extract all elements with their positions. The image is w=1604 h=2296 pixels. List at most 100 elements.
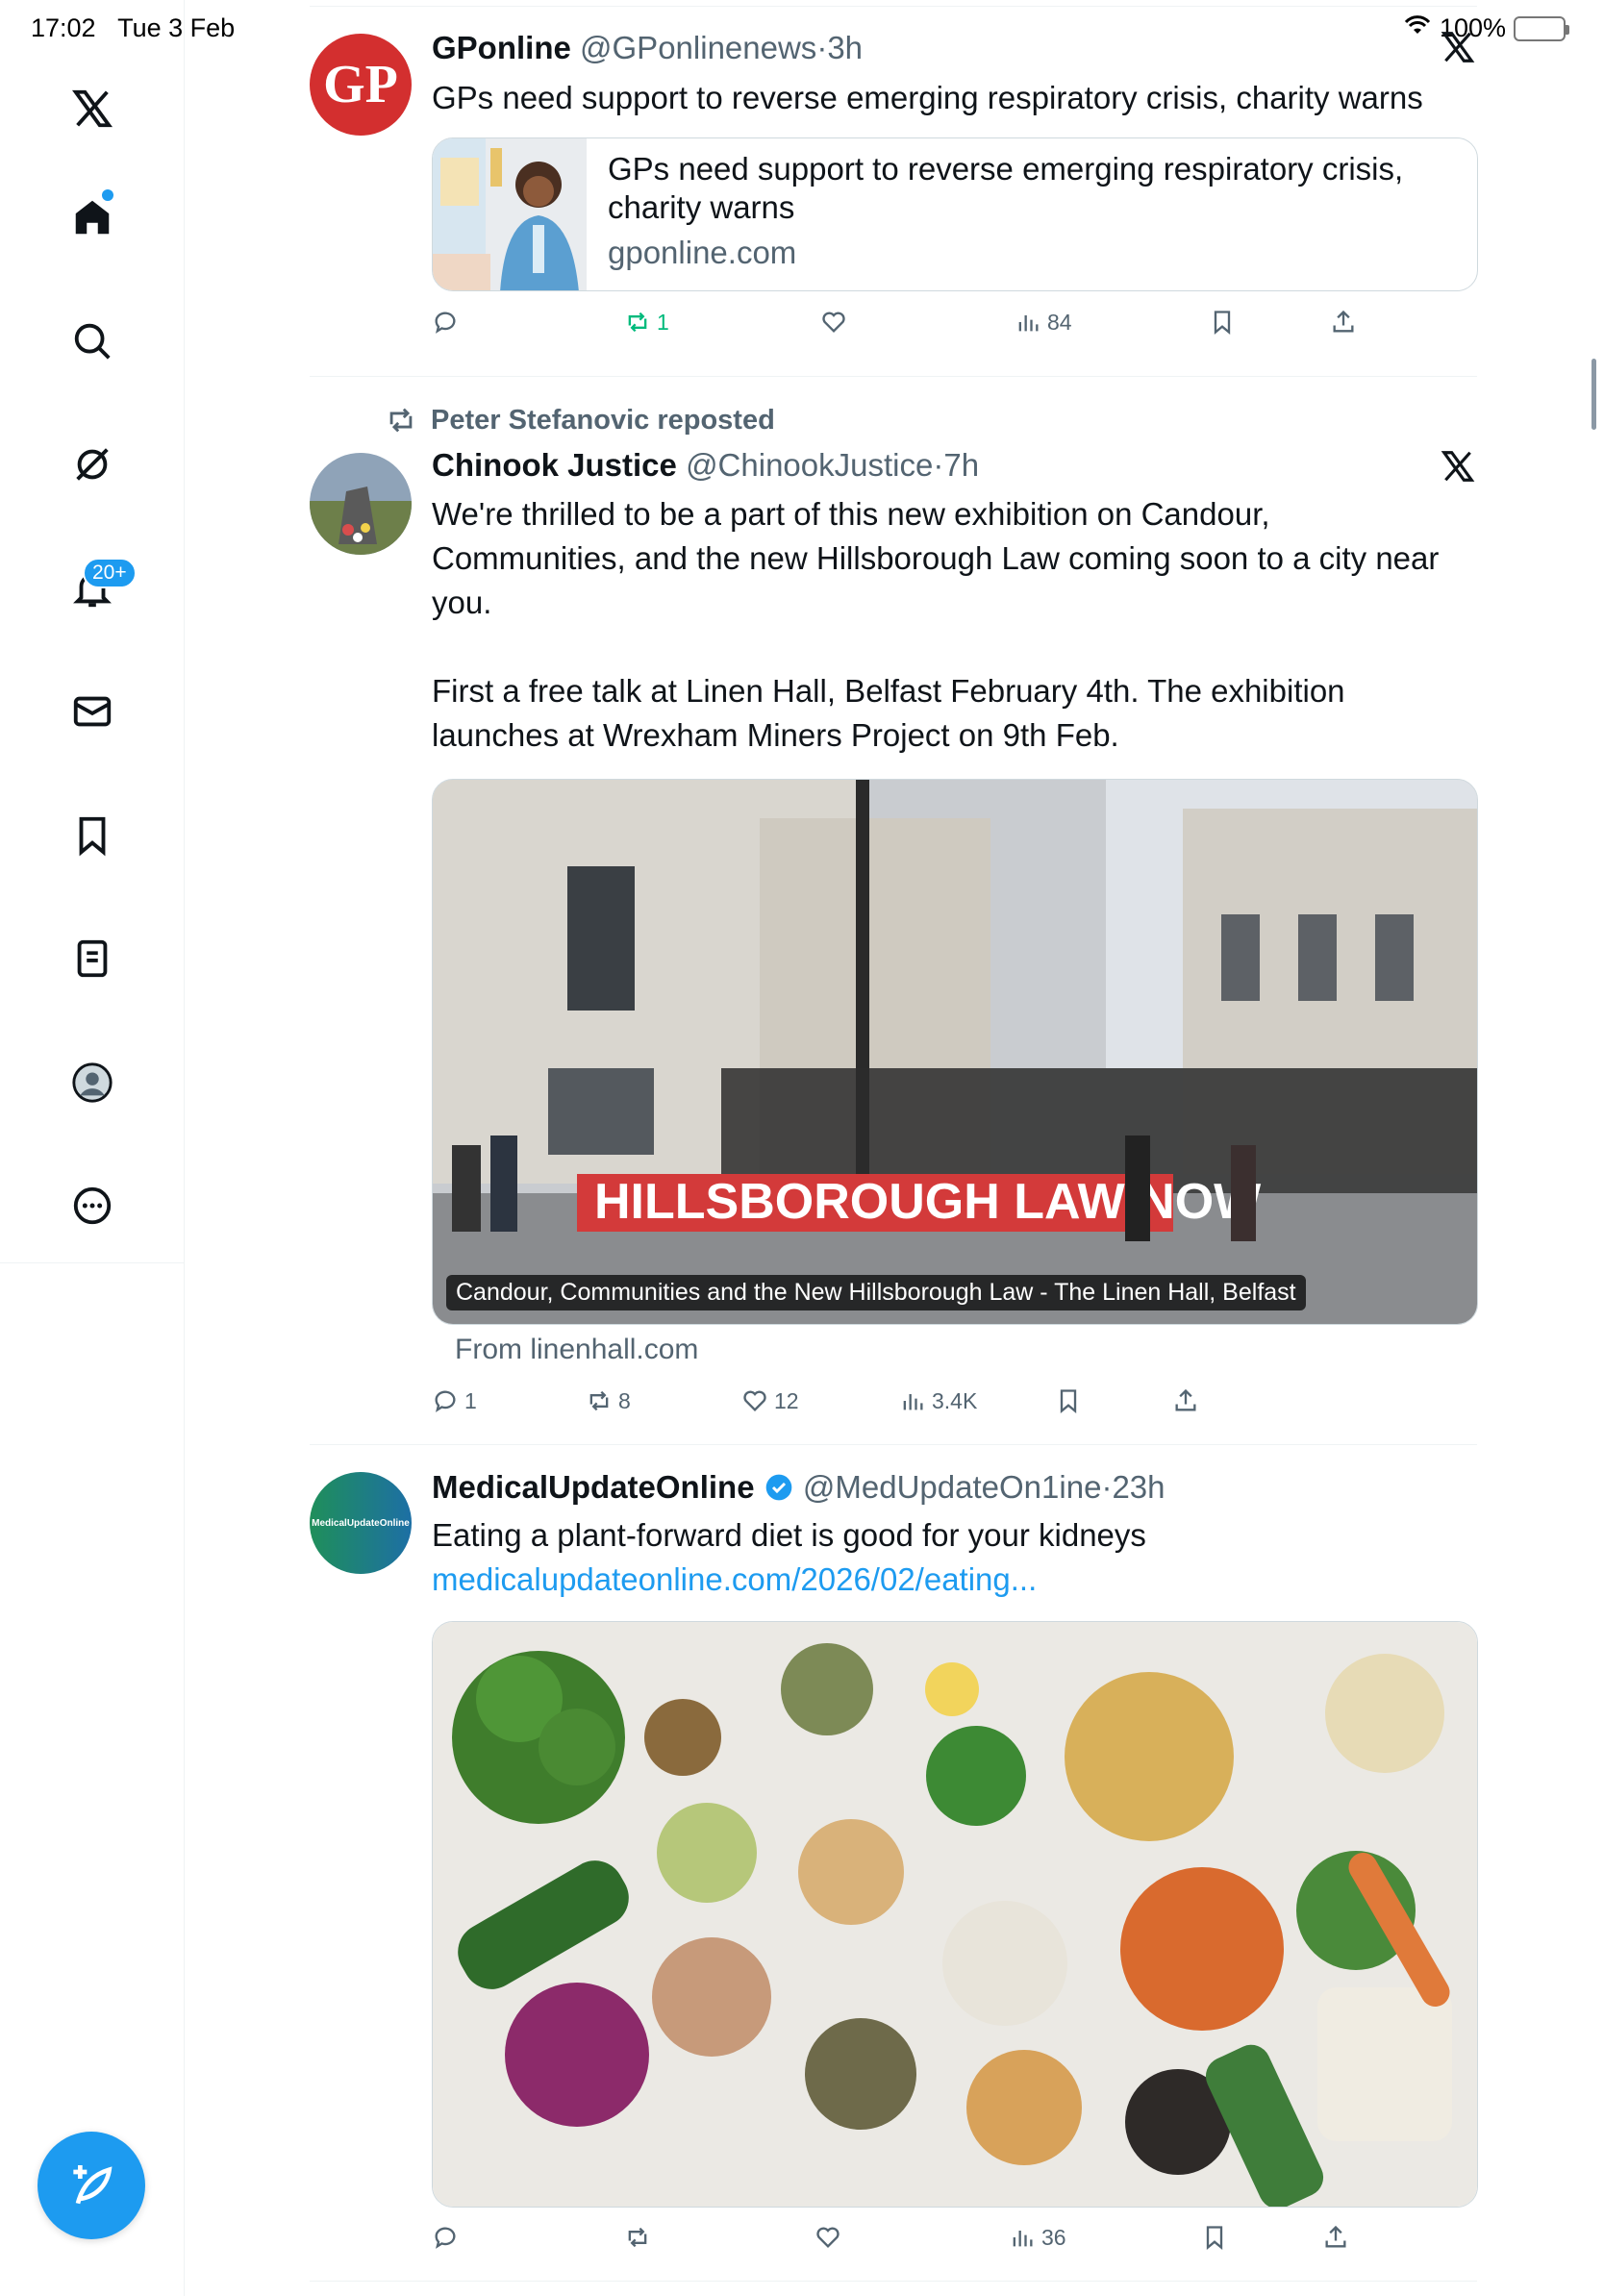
author-name[interactable]: Chinook Justice [432,447,677,483]
x-logo-icon[interactable] [67,84,117,134]
like-button[interactable]: 12 [741,1387,799,1414]
tweet-actions: 1 84 [432,309,1393,347]
share-button[interactable] [1322,2224,1349,2251]
tweet-text: GPs need support to reverse emerging res… [432,80,1423,115]
tweet-header: Chinook Justice @ChinookJustice·7h [432,447,980,483]
tweet-media[interactable] [432,1621,1478,2208]
messages-icon[interactable] [67,686,117,736]
tweet-text-line: First a free talk at Linen Hall, Belfast… [432,673,1345,709]
views-icon [903,1394,923,1410]
share-button[interactable] [1172,1387,1199,1414]
compose-button[interactable] [38,2132,145,2239]
tweet-media[interactable]: HILLSBOROUGH LAW NOW Candour, Communitie… [432,779,1478,1325]
link-card-title: GPs need support to reverse emerging res… [608,151,1404,225]
avatar-text: GP [323,55,398,114]
repost-context: Peter Stefanovic reposted [385,404,775,437]
reposted-by-label[interactable]: Peter Stefanovic reposted [431,405,775,437]
profile-avatar-icon[interactable] [67,1058,117,1108]
author-handle[interactable]: @GPonlinenews [580,30,816,65]
views-button[interactable]: 36 [1009,2224,1066,2251]
search-icon[interactable] [67,316,117,366]
tweet-text-line: We're thrilled to be a part of this new … [432,496,1270,532]
tweet-text: Eating a plant-forward diet is good for … [432,1513,1480,1602]
bookmark-button[interactable] [1055,1387,1082,1414]
status-indicators: 100% [1403,13,1569,43]
repost-icon [628,312,647,333]
bookmark-icon [1060,1389,1077,1413]
tweet-text: We're thrilled to be a part of this new … [432,492,1480,758]
reply-icon [435,2227,456,2249]
author-name[interactable]: GPonline [432,30,571,65]
notifications-badge: 20+ [83,558,137,588]
feed-divider [310,376,1477,377]
verified-badge-icon [765,1474,792,1501]
home-unread-dot [102,189,113,201]
repost-button[interactable]: 1 [624,309,669,336]
tweet-time[interactable]: 23h [1112,1469,1165,1505]
x-logo-icon [1441,32,1475,62]
repost-button[interactable]: 8 [586,1387,631,1414]
views-icon [1013,2231,1033,2247]
bookmark-icon [1206,2226,1223,2250]
reply-button[interactable]: 1 [432,1387,477,1414]
tweet-text-line: Eating a plant-forward diet is good for … [432,1517,1146,1553]
views-button[interactable]: 84 [1015,309,1072,336]
reply-icon [435,1390,456,1412]
heart-icon [816,2227,840,2248]
tweet-header: GPonline @GPonlinenews·3h [432,30,864,65]
link-card[interactable]: GPs need support to reverse emerging res… [432,137,1478,291]
tweet-text-line: Communities, and the new Hillsborough La… [432,540,1440,576]
feed-divider [310,1444,1477,1445]
media-photo: HILLSBOROUGH LAW NOW [433,780,1477,1324]
sidebar: 20+ [0,0,185,2296]
share-icon [1333,310,1354,333]
sidebar-divider [0,1262,185,1263]
heart-icon [822,312,845,333]
link-card-thumbnail [433,138,587,290]
grok-icon[interactable] [67,439,117,489]
share-button[interactable] [1330,309,1357,336]
views-button[interactable]: 3.4K [899,1387,977,1414]
avatar-text: MedicalUpdateOnline [312,1517,410,1529]
scrollbar[interactable] [1591,359,1596,430]
avatar[interactable]: GP [310,34,412,136]
reply-button[interactable] [432,309,464,336]
repost-icon [589,1390,609,1411]
source-link[interactable]: From linenhall.com [455,1334,698,1366]
like-button[interactable] [820,309,853,336]
repost-button[interactable] [624,2224,657,2251]
media-photo [433,1622,1477,2207]
more-icon[interactable] [67,1181,117,1231]
author-handle[interactable]: @MedUpdateOn1ine [803,1469,1102,1505]
banner-text: HILLSBOROUGH LAW NOW [594,1174,1262,1230]
author-name[interactable]: MedicalUpdateOnline [432,1469,755,1505]
bookmarks-icon[interactable] [67,811,117,861]
x-logo-icon [1441,451,1475,482]
feed-divider [310,2281,1477,2282]
avatar[interactable]: MedicalUpdateOnline [310,1472,412,1574]
tweet-url[interactable]: medicalupdateonline.com/2026/02/eating..… [432,1558,1480,1602]
author-handle[interactable]: @ChinookJustice [686,447,933,483]
lists-icon[interactable] [67,934,117,984]
tweet-time[interactable]: 3h [827,30,863,65]
repost-icon [628,2227,647,2248]
share-icon [1325,2225,1346,2248]
bookmark-icon [1214,311,1231,335]
repost-icon [389,408,413,433]
tweet-header: MedicalUpdateOnline @MedUpdateOn1ine·23h [432,1469,1165,1505]
like-button[interactable] [815,2224,847,2251]
media-caption: Candour, Communities and the New Hillsbo… [446,1275,1306,1310]
feather-plus-icon [73,2165,113,2205]
reply-icon [435,312,456,334]
reply-button[interactable] [432,2224,464,2251]
avatar[interactable] [310,453,412,555]
share-icon [1175,1388,1196,1411]
feed-divider [310,6,1477,7]
tweet-time[interactable]: 7h [943,447,979,483]
bookmark-button[interactable] [1201,2224,1228,2251]
tweet-actions: 36 [432,2224,1393,2262]
tweet-text-line: you. [432,585,492,620]
battery-icon [1514,15,1569,41]
wifi-icon [1403,13,1432,43]
bookmark-button[interactable] [1209,309,1236,336]
